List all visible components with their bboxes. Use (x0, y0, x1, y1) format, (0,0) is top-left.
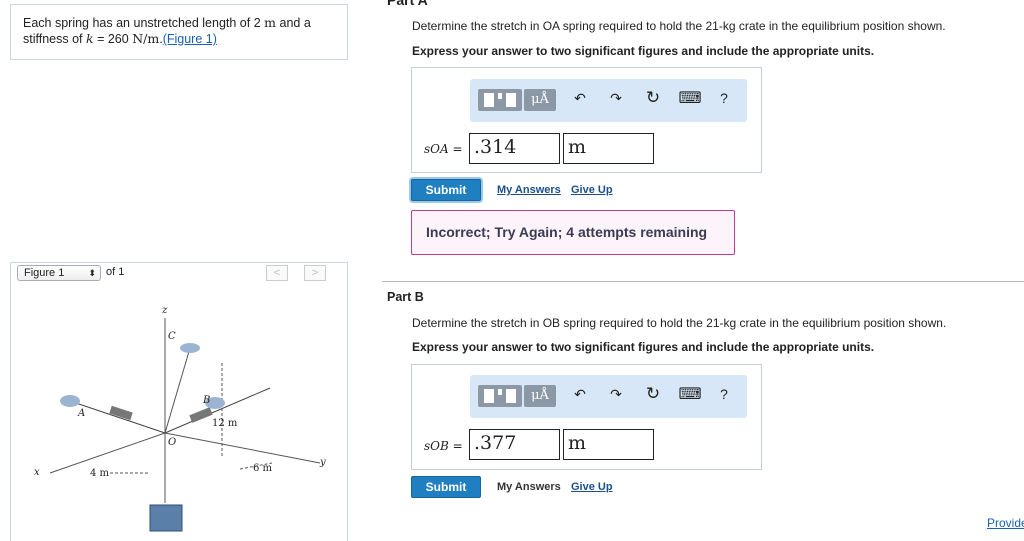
k-variable: k (86, 31, 94, 46)
section-divider (382, 281, 1024, 282)
part-b-value-input[interactable]: .377 (469, 429, 560, 460)
label-x: x (34, 467, 40, 478)
part-b-title: Part B (387, 290, 424, 304)
label-z: z (161, 305, 168, 316)
k-equals: = 260 (97, 32, 129, 46)
dim-label-12: 12 m (212, 418, 238, 429)
template-icon-part2 (506, 93, 516, 107)
label-a: A (77, 408, 85, 419)
redo-icon[interactable]: ↷ (606, 386, 626, 403)
spring-ob (189, 407, 213, 423)
y-axis (164, 432, 321, 464)
stiffness-prefix: stiffness of (23, 32, 83, 46)
x-axis (49, 432, 166, 474)
template-icon-part (498, 93, 502, 99)
template-button[interactable] (478, 89, 522, 111)
part-a-feedback: Incorrect; Try Again; 4 attempts remaini… (411, 210, 735, 255)
part-a-submit-button[interactable]: Submit (411, 179, 481, 201)
part-b-instruction: Express your answer to two significant f… (412, 340, 875, 354)
support-a (60, 395, 80, 407)
keyboard-icon[interactable]: ⌨ (678, 88, 702, 108)
template-icon (484, 93, 494, 107)
label-o: O (168, 437, 176, 448)
units-button[interactable]: μÅ (524, 385, 556, 407)
prev-figure-button[interactable]: < (266, 265, 288, 281)
part-b-var-label: sOB = (424, 439, 463, 453)
part-a-toolbar: μÅ ↶ ↷ ↻ ⌨ ? (470, 79, 747, 122)
figure-select[interactable]: Figure 1 ⬍ (17, 265, 101, 281)
problem-statement: Each spring has an unstretched length of… (10, 4, 348, 60)
part-b-my-answers-text: My Answers (497, 481, 561, 493)
keyboard-icon[interactable]: ⌨ (678, 384, 702, 404)
template-icon-part2 (506, 389, 516, 403)
part-a-question: Determine the stretch in OA spring requi… (412, 19, 946, 33)
help-icon[interactable]: ? (716, 90, 732, 106)
figure-select-label: Figure 1 (24, 267, 65, 279)
part-a-unit-input[interactable]: m (563, 133, 654, 164)
part-a-instruction: Express your answer to two significant f… (412, 44, 875, 58)
template-icon (484, 389, 494, 403)
part-b-question: Determine the stretch in OB spring requi… (412, 316, 947, 330)
template-button[interactable] (478, 385, 522, 407)
figure-link[interactable]: (Figure 1) (163, 32, 217, 46)
part-b-give-up-link[interactable]: Give Up (571, 481, 613, 493)
part-b-unit-input[interactable]: m (563, 429, 654, 460)
spring-crate-figure: z C B A O x y 12 m 4 m 6 m (34, 305, 326, 532)
redo-icon[interactable]: ↷ (606, 90, 626, 107)
cable-oc (164, 347, 191, 434)
select-arrows-icon: ⬍ (88, 268, 96, 278)
undo-icon[interactable]: ↶ (570, 90, 590, 107)
units-button[interactable]: μÅ (524, 89, 556, 111)
part-a-give-up-link[interactable]: Give Up (571, 184, 613, 196)
reset-icon[interactable]: ↻ (642, 384, 664, 404)
figure-count: of 1 (106, 266, 125, 278)
provide-feedback-link[interactable]: Provide (987, 516, 1024, 530)
help-icon[interactable]: ? (716, 386, 732, 402)
part-a-var-label: sOA = (424, 142, 463, 156)
support-c (180, 343, 200, 353)
reset-icon[interactable]: ↻ (642, 88, 664, 108)
problem-intro: Each spring has an unstretched length of… (23, 16, 261, 30)
next-figure-button[interactable]: > (304, 265, 326, 281)
part-a-value-input[interactable]: .314 (469, 133, 560, 164)
undo-icon[interactable]: ↶ (570, 386, 590, 403)
dim-label-6: 6 m (253, 463, 273, 474)
crate (149, 504, 183, 532)
part-b-toolbar: μÅ ↶ ↷ ↻ ⌨ ? (470, 375, 747, 418)
part-a-title: Part A (387, 0, 428, 8)
label-y: y (319, 457, 326, 468)
dim-label-4: 4 m (90, 468, 110, 479)
k-unit: N/m (132, 31, 160, 46)
part-a-my-answers-link[interactable]: My Answers (497, 184, 561, 196)
unit-m: m (264, 15, 277, 30)
label-c: C (168, 331, 176, 342)
part-b-submit-button[interactable]: Submit (411, 476, 481, 498)
label-b: B (202, 395, 210, 406)
problem-and-a: and a (279, 16, 311, 30)
template-icon-part (498, 389, 502, 395)
